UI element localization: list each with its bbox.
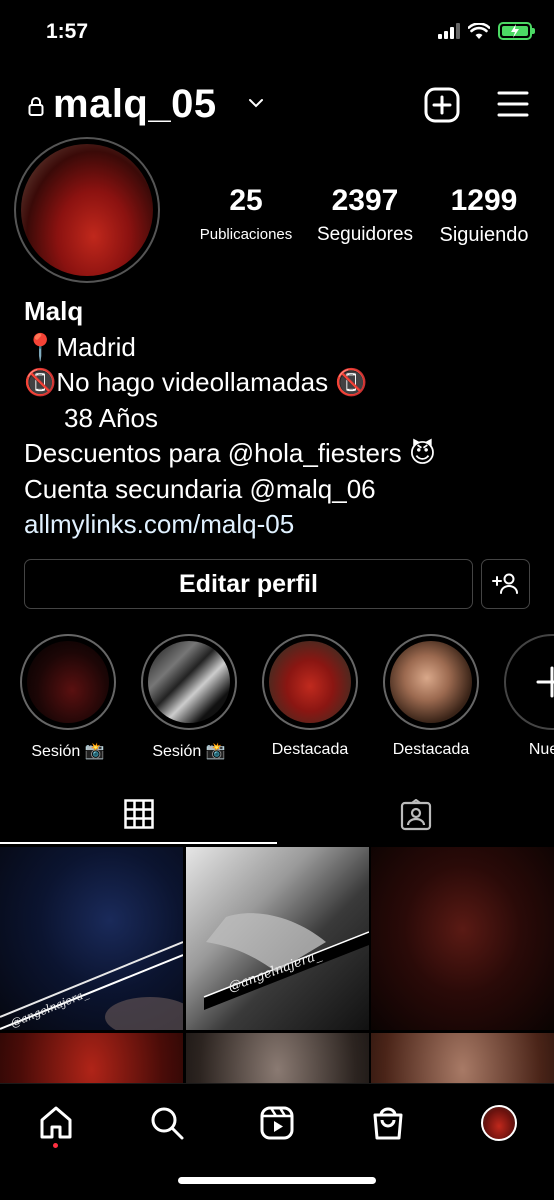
bio-line-secondary[interactable]: Cuenta secundaria @malq_06 bbox=[24, 472, 544, 508]
profile-avatar[interactable] bbox=[14, 137, 160, 283]
home-indicator bbox=[178, 1177, 376, 1184]
post-thumbnail[interactable]: @angelnajera_ bbox=[0, 847, 183, 1030]
stat-followers-count: 2397 bbox=[331, 184, 399, 217]
highlight-item[interactable]: Destacada bbox=[371, 634, 491, 759]
highlight-label: Nuevo bbox=[528, 741, 554, 758]
bio-link[interactable]: allmylinks.com/malq-05 bbox=[24, 507, 544, 543]
wifi-icon bbox=[468, 22, 490, 39]
bio-line-videocalls: 📵No hago videollamadas 📵 bbox=[24, 367, 368, 397]
reels-icon bbox=[260, 1106, 294, 1140]
nav-search[interactable] bbox=[142, 1098, 192, 1148]
bio-line-age: 38 Años bbox=[64, 402, 158, 433]
search-icon bbox=[151, 1107, 184, 1140]
stat-posts[interactable]: 25 Publicaciones bbox=[190, 184, 302, 243]
lock-icon bbox=[28, 97, 44, 116]
profile-name: Malq bbox=[24, 296, 84, 326]
notification-dot bbox=[53, 1143, 58, 1148]
profile-username[interactable]: malq_05 bbox=[53, 82, 217, 127]
edit-profile-button[interactable]: Editar perfil bbox=[24, 559, 473, 609]
highlight-label: Sesión 📸 bbox=[31, 743, 105, 760]
highlight-item[interactable]: Sesión 📸 bbox=[8, 634, 128, 761]
highlight-cover bbox=[148, 641, 230, 723]
stat-posts-label: Publicaciones bbox=[199, 226, 293, 243]
bio-line-discounts[interactable]: Descuentos para @hola_fiesters 😈 bbox=[24, 436, 544, 472]
status-icons bbox=[438, 22, 535, 40]
stat-following-label: Siguiendo bbox=[439, 224, 529, 246]
discover-people-button[interactable] bbox=[481, 559, 530, 609]
profile-header: malq_05 bbox=[0, 80, 554, 132]
stat-followers[interactable]: 2397 Seguidores bbox=[309, 184, 421, 246]
post-thumbnail[interactable] bbox=[371, 1033, 554, 1087]
bio-location: 📍Madrid bbox=[24, 331, 136, 362]
post-thumbnail[interactable] bbox=[0, 1033, 183, 1087]
chevron-down-icon[interactable] bbox=[248, 98, 264, 108]
profile-bio: Malq 📍Madrid 📵No hago videollamadas 📵 38… bbox=[24, 294, 544, 543]
stat-followers-label: Seguidores bbox=[316, 224, 414, 245]
highlight-label: Sesión 📸 bbox=[152, 743, 226, 760]
status-time: 1:57 bbox=[46, 20, 89, 43]
menu-icon[interactable] bbox=[497, 90, 529, 118]
tab-tagged[interactable] bbox=[277, 786, 554, 844]
post-thumbnail[interactable] bbox=[186, 1033, 369, 1087]
add-person-icon bbox=[491, 573, 518, 594]
highlight-cover bbox=[390, 641, 472, 723]
nav-reels[interactable] bbox=[252, 1098, 302, 1148]
shopping-bag-icon bbox=[373, 1107, 403, 1140]
avatar-image bbox=[21, 144, 153, 276]
post-thumbnail[interactable]: @angelnajera_ bbox=[186, 847, 369, 1030]
plus-icon bbox=[536, 666, 554, 698]
profile-tabs bbox=[0, 786, 554, 846]
nav-home[interactable] bbox=[31, 1098, 81, 1148]
stat-following-count: 1299 bbox=[450, 184, 518, 217]
battery-icon bbox=[498, 22, 535, 40]
highlight-item[interactable]: Sesión 📸 bbox=[129, 634, 249, 761]
tab-posts-grid[interactable] bbox=[0, 786, 277, 844]
story-highlights: Sesión 📸 Sesión 📸 Destacada Destacada Nu… bbox=[0, 634, 554, 764]
new-post-icon[interactable] bbox=[424, 87, 460, 123]
highlight-label: Destacada bbox=[271, 741, 349, 758]
nav-profile[interactable] bbox=[474, 1098, 524, 1148]
profile-stats: 25 Publicaciones 2397 Seguidores 1299 Si… bbox=[190, 184, 540, 254]
stat-posts-count: 25 bbox=[229, 184, 263, 217]
posts-grid: @angelnajera_ @angelnajera_ bbox=[0, 847, 554, 1087]
highlight-label: Destacada bbox=[392, 741, 470, 758]
stat-following[interactable]: 1299 Siguiendo bbox=[428, 184, 540, 247]
home-icon bbox=[40, 1106, 72, 1139]
grid-icon bbox=[123, 799, 154, 829]
new-highlight-item[interactable]: Nuevo bbox=[492, 634, 554, 759]
nav-shop[interactable] bbox=[363, 1098, 413, 1148]
highlight-cover bbox=[27, 641, 109, 723]
status-bar: 1:57 bbox=[0, 0, 554, 66]
highlight-cover bbox=[269, 641, 351, 723]
post-thumbnail[interactable] bbox=[371, 847, 554, 1030]
avatar bbox=[481, 1105, 517, 1141]
highlight-item[interactable]: Destacada bbox=[250, 634, 370, 759]
tagged-person-icon bbox=[400, 799, 431, 831]
signal-icon bbox=[438, 23, 460, 39]
